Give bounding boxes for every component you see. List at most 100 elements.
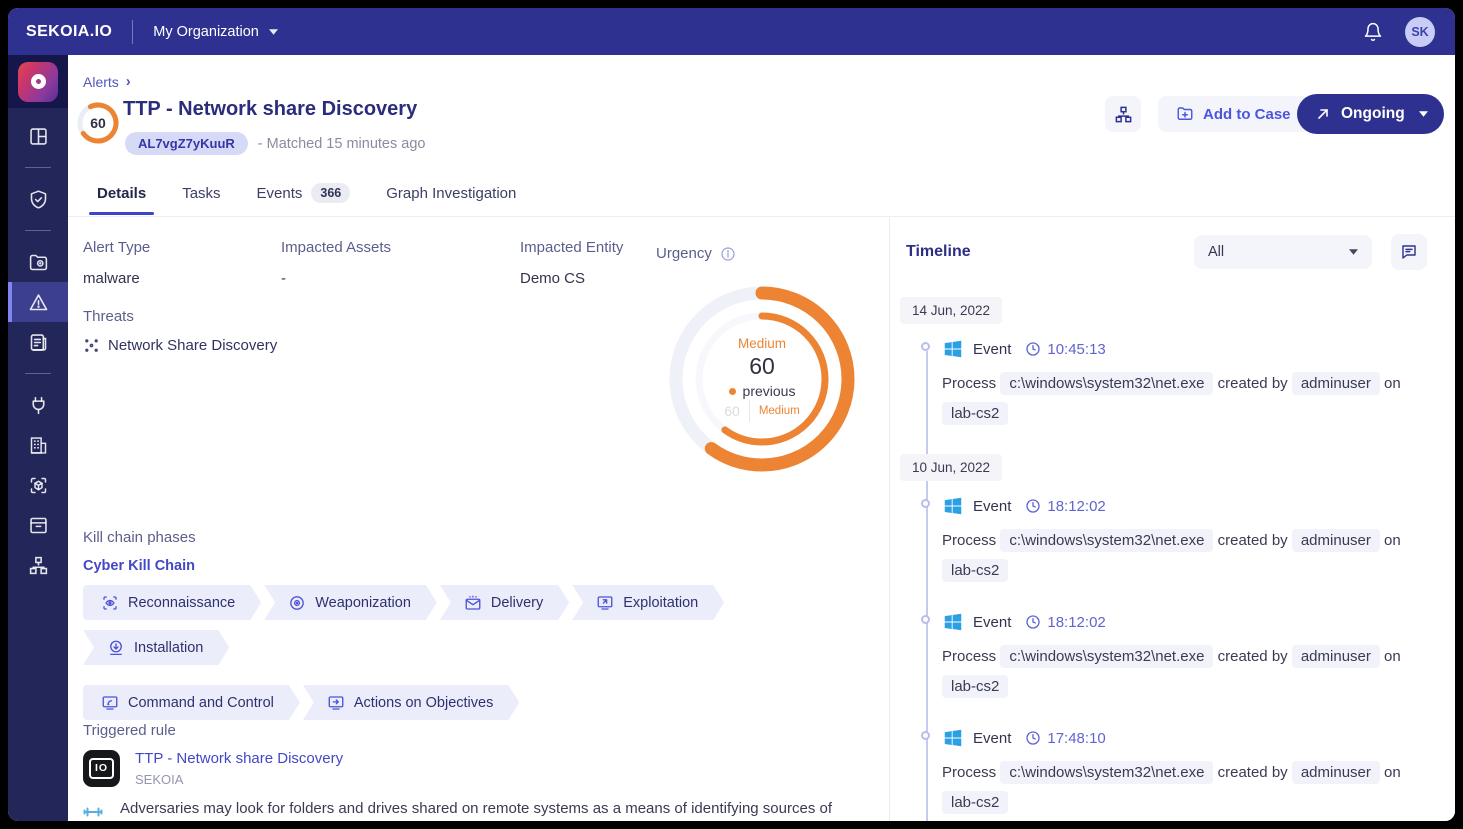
timeline-title: Timeline [906, 243, 971, 261]
sidebar-item-report-document[interactable] [8, 322, 68, 362]
matched-timestamp: - Matched 15 minutes ago [258, 136, 426, 152]
process-path-chip[interactable]: c:\windows\system32\net.exe [1000, 761, 1213, 784]
left-sidebar [8, 55, 68, 821]
urgency-previous-score: 60 [724, 403, 740, 419]
previous-divider [749, 400, 750, 422]
sidebar-item-cube-scan[interactable] [8, 465, 68, 505]
clock-icon [1025, 498, 1041, 514]
kill-chain-phases: ReconnaissanceWeaponizationDeliveryExplo… [83, 585, 803, 720]
urgency-label-text: Urgency [656, 245, 712, 262]
add-to-case-label: Add to Case [1203, 106, 1291, 123]
host-chip[interactable]: lab-cs2 [942, 791, 1008, 814]
organization-switcher[interactable]: My Organization [153, 24, 278, 40]
event-time: 18:12:02 [1025, 498, 1105, 515]
tab-details[interactable]: Details [97, 183, 146, 215]
event-description: Process c:\windows\system32\net.exe crea… [942, 369, 1442, 429]
user-chip[interactable]: adminuser [1292, 761, 1380, 784]
rule-name-link[interactable]: TTP - Network share Discovery [135, 750, 343, 767]
tab-label: Events [257, 185, 303, 202]
status-label: Ongoing [1341, 105, 1405, 123]
threat-item[interactable]: Network Share Discovery [84, 337, 277, 354]
navbar-divider [132, 20, 133, 44]
phase-label: Weaponization [315, 595, 411, 611]
event-description: Process c:\windows\system32\net.exe crea… [942, 526, 1442, 586]
field-alert-type: Alert Type malware [83, 239, 281, 287]
details-pane: Alert Type malware Impacted Assets - Imp… [68, 217, 889, 821]
event-description: Process c:\windows\system32\net.exe crea… [942, 642, 1442, 702]
timeline-event: Event 18:12:02 Process c:\windows\system3… [942, 611, 1455, 702]
process-path-chip[interactable]: c:\windows\system32\net.exe [1000, 529, 1213, 552]
actions-screen-icon [327, 694, 345, 712]
host-chip[interactable]: lab-cs2 [942, 402, 1008, 425]
threat-cluster-icon [84, 338, 99, 353]
sidebar-item-shield-check[interactable] [8, 179, 68, 219]
sidebar-item-building[interactable] [8, 425, 68, 465]
info-icon[interactable] [720, 246, 736, 262]
process-path-chip[interactable]: c:\windows\system32\net.exe [1000, 372, 1213, 395]
alert-score-gauge: 60 [75, 100, 121, 146]
product-logo[interactable] [18, 62, 58, 102]
timeline-group: 14 Jun, 2022Event10:45:13 Process c:\win… [890, 297, 1455, 429]
phase-label: Delivery [491, 595, 543, 611]
user-chip[interactable]: adminuser [1292, 645, 1380, 668]
tab-tasks[interactable]: Tasks [182, 183, 220, 215]
event-label: Event [973, 341, 1011, 358]
top-navbar: SEKOIA.IO My Organization SK [8, 8, 1455, 55]
process-path-chip[interactable]: c:\windows\system32\net.exe [1000, 645, 1213, 668]
kill-chain-phase-delivery: Delivery [440, 585, 569, 620]
phase-label: Reconnaissance [128, 595, 235, 611]
sidebar-item-dashboard[interactable] [8, 116, 68, 156]
user-chip[interactable]: adminuser [1292, 372, 1380, 395]
mail-icon [464, 594, 482, 612]
org-chart-icon [1114, 105, 1133, 124]
urgency-previous-level: Medium [759, 405, 800, 417]
breadcrumb[interactable]: Alerts › [83, 73, 131, 90]
user-chip[interactable]: adminuser [1292, 529, 1380, 552]
kill-chain-phase-actions-on-objectives: Actions on Objectives [303, 685, 519, 720]
host-chip[interactable]: lab-cs2 [942, 675, 1008, 698]
kill-chain-name-link[interactable]: Cyber Kill Chain [83, 558, 195, 574]
tab-events[interactable]: Events 366 [257, 183, 351, 215]
tab-label: Details [97, 185, 146, 202]
timeline-event: Event10:45:13 Process c:\windows\system3… [942, 338, 1455, 429]
sidebar-divider [25, 230, 51, 231]
urgency-gauge: Medium 60 previous 60 Medium [662, 279, 862, 479]
field-value: malware [83, 270, 281, 287]
timeline-filter-value: All [1208, 244, 1224, 260]
avatar[interactable]: SK [1405, 17, 1435, 47]
sidebar-divider [25, 167, 51, 168]
timeline-node [921, 342, 930, 351]
event-time: 18:12:02 [1025, 614, 1105, 631]
timeline-event: Event17:48:10 Process c:\windows\system3… [942, 727, 1455, 818]
dashboard-icon [28, 126, 49, 147]
timeline-node [921, 731, 930, 740]
sidebar-item-archive-box[interactable] [8, 505, 68, 545]
sidebar-item-alert-triangle[interactable] [8, 282, 68, 322]
timeline-event: Event18:12:02 Process c:\windows\system3… [942, 495, 1455, 586]
events-count-badge: 366 [311, 183, 350, 203]
cube-scan-icon [28, 475, 49, 496]
timeline-filter-select[interactable]: All [1194, 235, 1372, 269]
notifications-bell-icon[interactable] [1363, 22, 1383, 42]
add-to-case-button[interactable]: Add to Case [1158, 96, 1309, 132]
alert-id-badge[interactable]: AL7vgZ7yKuuR [125, 132, 248, 155]
rule-description: Adversaries may look for folders and dri… [120, 798, 832, 820]
sidebar-item-org-chart[interactable] [8, 545, 68, 585]
breadcrumb-chevron-icon: › [126, 73, 131, 90]
event-label: Event [973, 614, 1011, 631]
event-time-value: 18:12:02 [1047, 498, 1105, 515]
host-chip[interactable]: lab-cs2 [942, 559, 1008, 582]
breadcrumb-alerts[interactable]: Alerts [83, 74, 119, 90]
graph-view-button[interactable] [1105, 96, 1141, 132]
tab-graph-investigation[interactable]: Graph Investigation [386, 183, 516, 215]
event-label: Event [973, 730, 1011, 747]
urgency-level: Medium [738, 336, 786, 351]
plug-icon [28, 395, 49, 416]
rule-vendor: SEKOIA [135, 772, 343, 787]
sidebar-item-plug[interactable] [8, 385, 68, 425]
folder-monitor-icon [28, 252, 49, 273]
field-value: Demo CS [520, 270, 680, 287]
sidebar-item-folder-monitor[interactable] [8, 242, 68, 282]
status-button[interactable]: Ongoing [1297, 94, 1444, 134]
comments-button[interactable] [1391, 234, 1427, 270]
